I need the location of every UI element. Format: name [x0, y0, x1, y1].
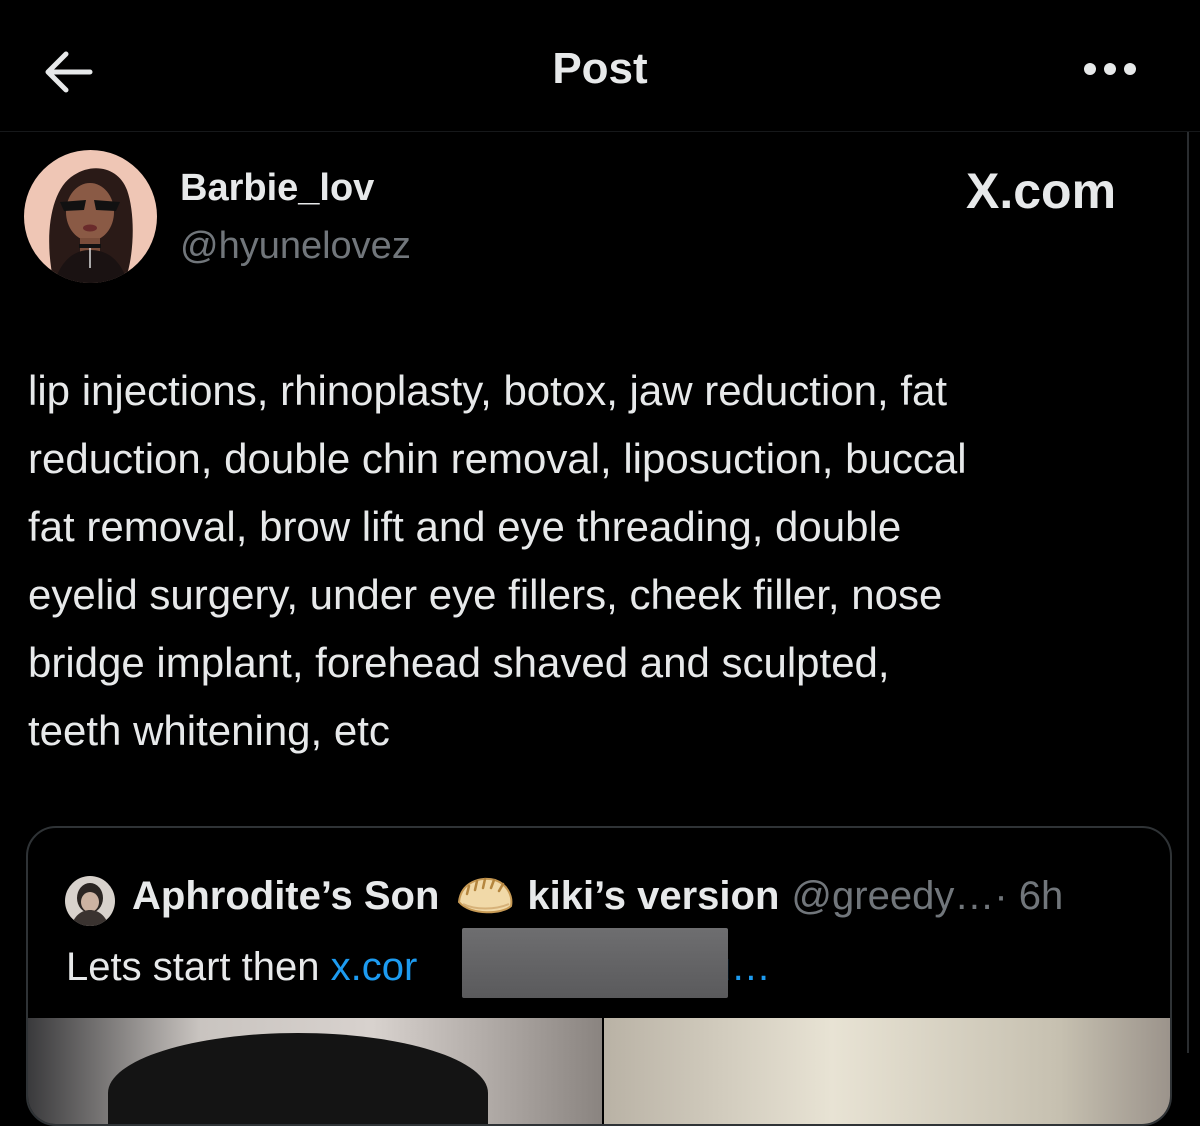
quote-author-name-suffix[interactable]: kiki’s version	[527, 874, 779, 919]
author-avatar[interactable]	[24, 150, 157, 283]
post-text-line: fat removal, brow lift and eye threading…	[28, 503, 902, 550]
more-horizontal-icon	[1084, 63, 1136, 75]
post-text-line: eyelid surgery, under eye fillers, cheek…	[28, 571, 943, 618]
quote-author-handle[interactable]: @greedy…	[791, 874, 994, 919]
more-options-button[interactable]	[1078, 44, 1142, 94]
quote-timestamp: · 6h	[994, 873, 1064, 918]
post-text-line: reduction, double chin removal, liposuct…	[28, 435, 967, 482]
top-nav-bar: Post	[0, 0, 1200, 132]
quoted-post-card[interactable]: Aphrodite’s Son kiki’s version @greedy… …	[26, 826, 1172, 1126]
redaction-box	[462, 928, 728, 998]
page-title: Post	[552, 44, 648, 93]
author-handle[interactable]: @hyunelovez	[180, 225, 411, 268]
dumpling-icon	[458, 877, 513, 914]
quote-header: Aphrodite’s Son kiki’s version @greedy… …	[132, 872, 1063, 920]
quote-link-start[interactable]: x.cor	[331, 945, 418, 989]
post-text-line: bridge implant, forehead shaved and scul…	[28, 639, 890, 686]
quote-author-name[interactable]: Aphrodite’s Son	[132, 874, 439, 919]
post-text-line: teeth whitening, etc	[28, 707, 390, 754]
quote-media-image-right[interactable]	[604, 1018, 1170, 1124]
quote-author-avatar	[65, 876, 115, 926]
xcom-watermark: X.com	[966, 163, 1117, 219]
timeline-border	[1187, 132, 1189, 1053]
post-text: lip injections, rhinoplasty, botox, jaw …	[28, 357, 1178, 765]
header-divider	[0, 131, 1200, 132]
quote-text-body: Lets start then	[66, 945, 331, 989]
author-name[interactable]: Barbie_lov	[180, 167, 374, 210]
post-text-line: lip injections, rhinoplasty, botox, jaw …	[28, 367, 948, 414]
